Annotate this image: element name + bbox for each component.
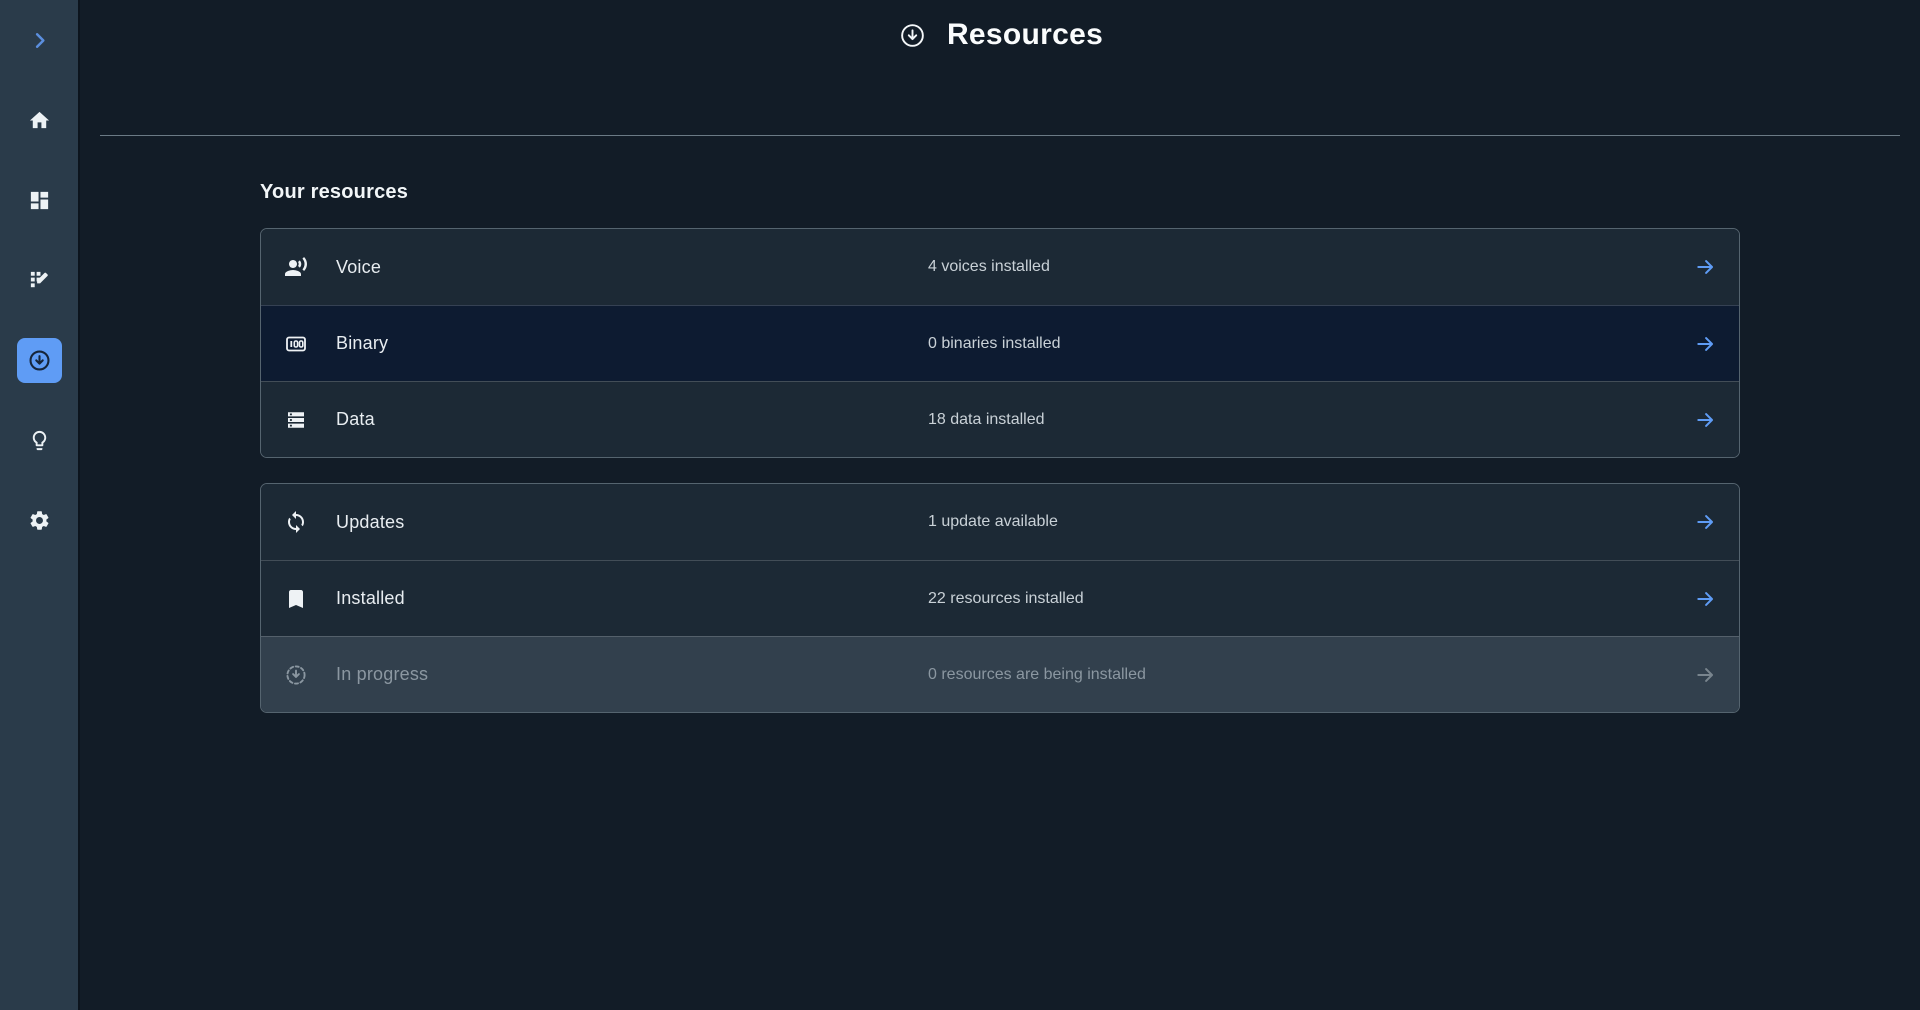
downloading-icon	[284, 663, 308, 687]
grid-pencil-icon	[28, 269, 51, 292]
bookmark-icon	[284, 587, 308, 611]
resource-row-status: 1 update available	[928, 513, 1058, 531]
resource-row-data[interactable]: Data 18 data installed	[261, 381, 1739, 457]
sidebar-expand-button[interactable]	[0, 0, 79, 80]
resource-row-voice[interactable]: Voice 4 voices installed	[261, 229, 1739, 305]
arrow-right-icon	[1694, 587, 1717, 610]
resource-row-label: Voice	[336, 257, 381, 278]
resource-row-binary[interactable]: Binary 0 binaries installed	[261, 305, 1739, 381]
resource-row-label: Updates	[336, 512, 404, 533]
lightbulb-icon	[28, 429, 51, 452]
resource-row-label: In progress	[336, 664, 428, 685]
resource-row-status: 18 data installed	[928, 411, 1045, 429]
resource-row-updates[interactable]: Updates 1 update available	[261, 484, 1739, 560]
arrow-right-icon	[1694, 663, 1717, 686]
chevron-right-icon	[28, 29, 51, 52]
resource-row-installed[interactable]: Installed 22 resources installed	[261, 560, 1739, 636]
arrow-right-icon	[1694, 256, 1717, 279]
data-list-icon	[284, 408, 308, 432]
sidebar-item-resources[interactable]	[0, 320, 79, 400]
header-divider	[100, 135, 1900, 136]
sidebar-item-design[interactable]	[0, 240, 79, 320]
sidebar-item-settings[interactable]	[0, 480, 79, 560]
sidebar-item-ideas[interactable]	[0, 400, 79, 480]
resource-states-card: Updates 1 update available Installed 22 …	[260, 483, 1740, 713]
resource-row-label: Data	[336, 409, 375, 430]
sidebar	[0, 0, 80, 1010]
resource-row-in-progress[interactable]: In progress 0 resources are being instal…	[261, 636, 1739, 712]
resource-types-card: Voice 4 voices installed Binary 0 binari…	[260, 228, 1740, 458]
resource-row-status: 0 binaries installed	[928, 335, 1061, 353]
resource-row-label: Installed	[336, 588, 405, 609]
download-circle-icon	[27, 348, 52, 373]
sync-icon	[284, 510, 308, 534]
active-nav-highlight	[17, 338, 62, 383]
arrow-right-icon	[1694, 511, 1717, 534]
arrow-right-icon	[1694, 332, 1717, 355]
home-icon	[28, 109, 51, 132]
arrow-right-icon	[1694, 408, 1717, 431]
resource-row-status: 0 resources are being installed	[928, 666, 1146, 684]
page-title: Resources	[947, 18, 1103, 52]
page-header: Resources	[82, 0, 1920, 56]
sidebar-item-dashboard[interactable]	[0, 160, 79, 240]
resource-row-label: Binary	[336, 333, 388, 354]
section-heading: Your resources	[260, 181, 1920, 204]
gear-icon	[28, 509, 51, 532]
sidebar-item-home[interactable]	[0, 80, 79, 160]
download-circle-icon	[899, 22, 926, 49]
resource-row-status: 22 resources installed	[928, 590, 1084, 608]
voice-icon	[284, 255, 308, 279]
binary-icon	[284, 332, 308, 356]
resource-row-status: 4 voices installed	[928, 258, 1050, 276]
dashboard-icon	[28, 189, 51, 212]
main-content: Resources Your resources Voice 4 voices …	[82, 0, 1920, 713]
